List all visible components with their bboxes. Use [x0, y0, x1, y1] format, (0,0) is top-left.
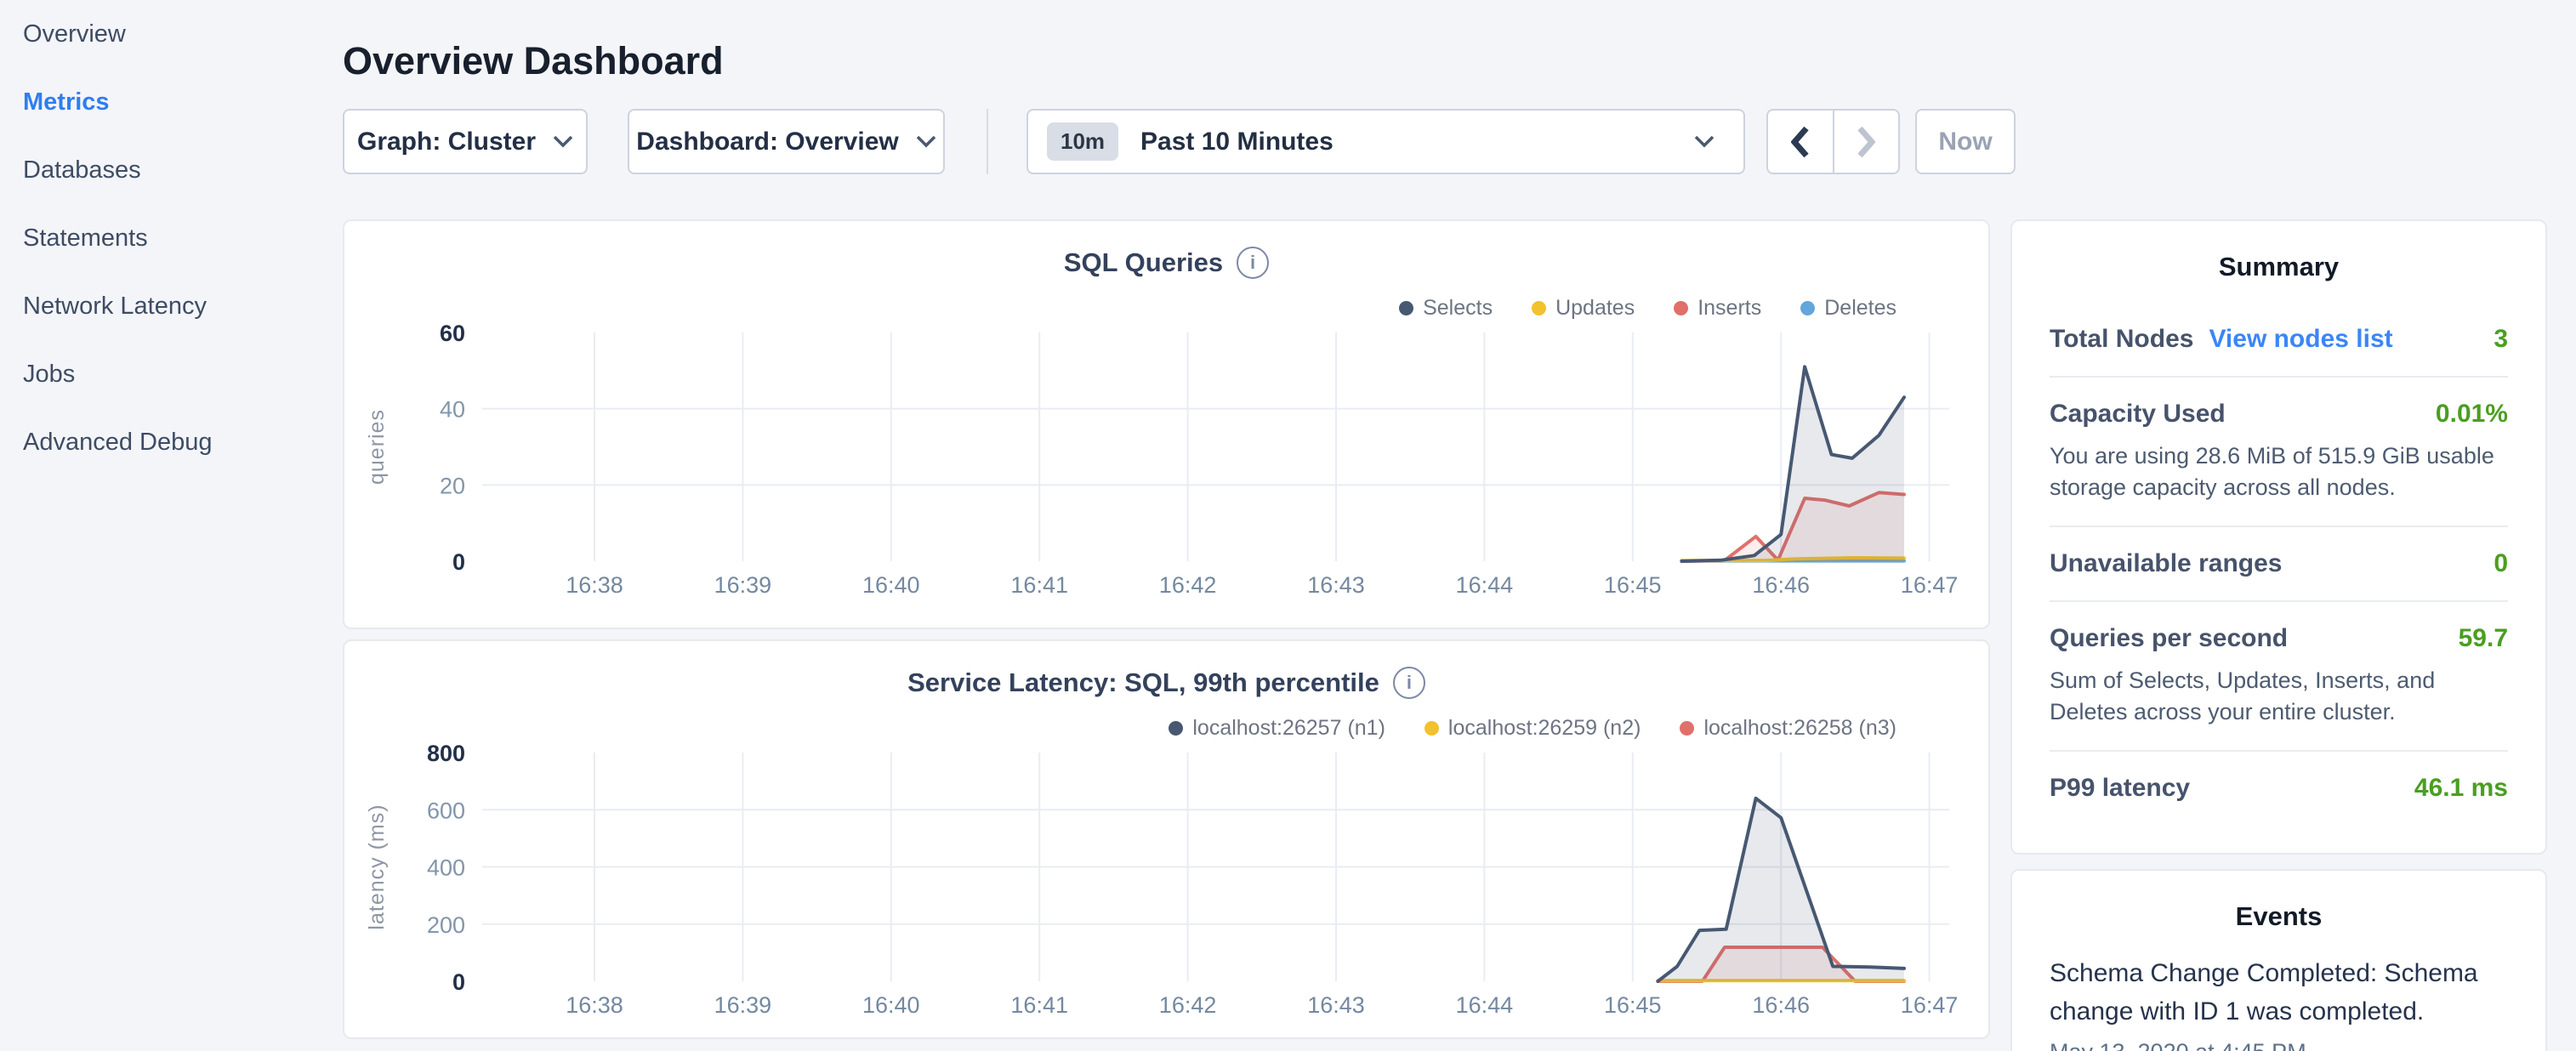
dashboard-dropdown-label: Dashboard: Overview [636, 128, 898, 156]
chevron-down-icon [553, 135, 573, 148]
summary-row-description: Sum of Selects, Updates, Inserts, and De… [2050, 665, 2508, 728]
summary-row-unavailable-ranges: Unavailable ranges 0 [2050, 527, 2508, 602]
svg-text:16:41: 16:41 [1010, 992, 1068, 1018]
svg-text:600: 600 [427, 798, 465, 823]
svg-text:400: 400 [427, 855, 465, 881]
next-interval-button[interactable] [1834, 111, 1899, 173]
sql-queries-chart-card: SQL Queries i Selects Updates Inserts De… [343, 219, 1990, 629]
sidebar-item-databases[interactable]: Databases [0, 136, 340, 204]
prev-interval-button[interactable] [1768, 111, 1834, 173]
svg-text:16:44: 16:44 [1456, 992, 1514, 1018]
svg-text:0: 0 [452, 969, 465, 995]
chevron-right-icon [1857, 126, 1875, 158]
summary-row-value: 59.7 [2459, 624, 2508, 653]
now-button-label: Now [1938, 128, 1992, 156]
summary-row-value: 46.1 ms [2414, 774, 2508, 803]
summary-row-label: P99 latency [2050, 774, 2190, 803]
svg-text:16:47: 16:47 [1901, 992, 1959, 1018]
time-range-dropdown[interactable]: 10m Past 10 Minutes [1026, 109, 1745, 174]
summary-row-total-nodes: Total Nodes View nodes list 3 [2050, 303, 2508, 378]
svg-text:16:44: 16:44 [1456, 572, 1514, 598]
svg-text:16:38: 16:38 [566, 992, 623, 1018]
chevron-down-icon [916, 135, 936, 148]
summary-row-label: Total Nodes [2050, 325, 2193, 354]
svg-text:16:45: 16:45 [1604, 992, 1662, 1018]
time-range-label: Past 10 Minutes [1140, 128, 1333, 156]
summary-row-value: 0 [2494, 549, 2508, 578]
event-message[interactable]: Schema Change Completed: Schema change w… [2050, 954, 2508, 1031]
summary-row-capacity-used: Capacity Used 0.01% You are using 28.6 M… [2050, 378, 2508, 527]
svg-text:60: 60 [440, 321, 465, 346]
chevron-down-icon [1694, 135, 1714, 148]
events-panel: Events Schema Change Completed: Schema c… [2010, 869, 2547, 1051]
summary-row-value: 0.01% [2436, 400, 2508, 429]
svg-text:16:43: 16:43 [1307, 992, 1365, 1018]
svg-text:16:47: 16:47 [1901, 572, 1959, 598]
summary-row-label: Queries per second [2050, 624, 2288, 653]
svg-text:800: 800 [427, 741, 465, 766]
event-timestamp: May 13, 2020 at 4:45 PM [2050, 1039, 2508, 1051]
summary-row-value: 3 [2494, 325, 2508, 354]
sidebar-item-overview[interactable]: Overview [0, 0, 340, 68]
svg-text:40: 40 [440, 397, 465, 423]
sidebar-item-metrics[interactable]: Metrics [0, 68, 340, 136]
svg-text:16:39: 16:39 [714, 992, 772, 1018]
svg-text:16:39: 16:39 [714, 572, 772, 598]
svg-text:20: 20 [440, 473, 465, 498]
svg-text:queries: queries [365, 409, 389, 485]
graph-scope-dropdown-label: Graph: Cluster [357, 128, 536, 156]
svg-text:latency (ms): latency (ms) [365, 804, 389, 929]
svg-text:16:42: 16:42 [1159, 992, 1217, 1018]
toolbar-divider [987, 109, 988, 174]
events-title: Events [2050, 901, 2508, 932]
time-step-buttons [1766, 109, 1900, 174]
service-latency-plot[interactable]: 16:38 16:39 16:40 16:41 16:42 16:43 16:44 16:45… [344, 641, 1992, 1041]
now-button[interactable]: Now [1915, 109, 2016, 174]
admin-ui-page: Overview Metrics Databases Statements Ne… [0, 0, 2576, 1051]
graph-scope-dropdown[interactable]: Graph: Cluster [343, 109, 588, 174]
svg-text:16:40: 16:40 [862, 992, 920, 1018]
svg-text:16:46: 16:46 [1752, 992, 1810, 1018]
sidebar-item-network-latency[interactable]: Network Latency [0, 272, 340, 340]
summary-row-p99-latency: P99 latency 46.1 ms [2050, 752, 2508, 825]
page-title: Overview Dashboard [343, 39, 724, 83]
sidebar: Overview Metrics Databases Statements Ne… [0, 0, 340, 1051]
svg-text:0: 0 [452, 549, 465, 575]
time-range-badge: 10m [1047, 122, 1118, 161]
svg-text:16:40: 16:40 [862, 572, 920, 598]
summary-panel: Summary Total Nodes View nodes list 3 Ca… [2010, 219, 2547, 855]
svg-text:16:42: 16:42 [1159, 572, 1217, 598]
svg-text:16:46: 16:46 [1752, 572, 1810, 598]
summary-row-label: Unavailable ranges [2050, 549, 2282, 578]
svg-text:16:38: 16:38 [566, 572, 623, 598]
sidebar-item-statements[interactable]: Statements [0, 204, 340, 272]
summary-row-queries-per-second: Queries per second 59.7 Sum of Selects, … [2050, 602, 2508, 752]
svg-text:16:41: 16:41 [1010, 572, 1068, 598]
svg-text:200: 200 [427, 912, 465, 938]
summary-row-label: Capacity Used [2050, 400, 2226, 429]
summary-row-description: You are using 28.6 MiB of 515.9 GiB usab… [2050, 440, 2508, 503]
summary-title: Summary [2050, 252, 2508, 282]
svg-text:16:45: 16:45 [1604, 572, 1662, 598]
sidebar-item-advanced-debug[interactable]: Advanced Debug [0, 408, 340, 476]
sidebar-item-jobs[interactable]: Jobs [0, 340, 340, 408]
service-latency-chart-card: Service Latency: SQL, 99th percentile i … [343, 639, 1990, 1039]
sql-queries-plot[interactable]: 16:38 16:39 16:40 16:41 16:42 16:43 16:44 16:45… [344, 221, 1992, 621]
svg-text:16:43: 16:43 [1307, 572, 1365, 598]
summary-rows: Total Nodes View nodes list 3 Capacity U… [2050, 303, 2508, 825]
dashboard-dropdown[interactable]: Dashboard: Overview [628, 109, 945, 174]
view-nodes-list-link[interactable]: View nodes list [2209, 325, 2392, 354]
chevron-left-icon [1791, 126, 1810, 158]
